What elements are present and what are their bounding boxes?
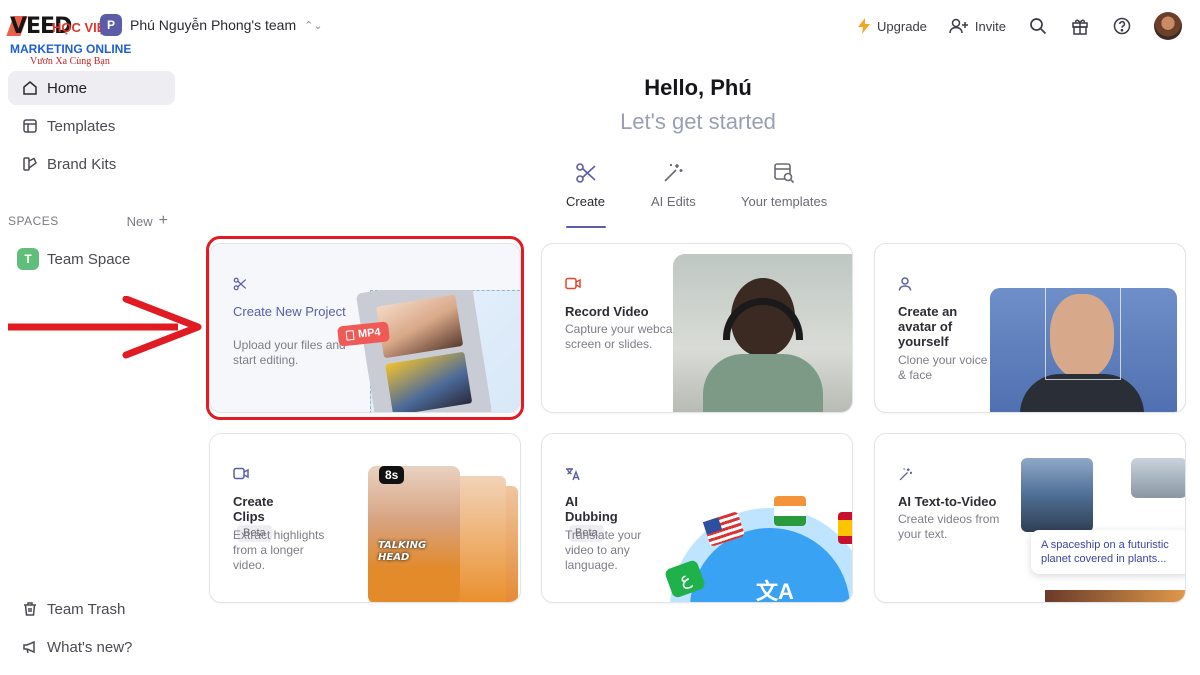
card-title-text: Create Clips [233, 494, 274, 524]
scissors-icon [575, 163, 596, 183]
sunset-image [1045, 590, 1185, 602]
card-description: Translate your video to any language. [565, 528, 642, 572]
text-prompt-bubble: A spaceship on a futuristic planet cover… [1031, 530, 1185, 574]
spaces-header: SPACES New + [8, 212, 168, 230]
top-actions: Upgrade Invite [857, 12, 1182, 40]
upgrade-button[interactable]: Upgrade [857, 18, 927, 34]
profile-avatar[interactable] [1154, 12, 1182, 40]
gift-icon[interactable] [1070, 16, 1090, 36]
team-space-badge: T [17, 248, 39, 270]
main-tabs: Create AI Edits Your templates [545, 162, 855, 232]
sidebar-item-team-trash[interactable]: Team Trash [8, 592, 175, 626]
card-description: Create videos from your text. [898, 512, 1000, 541]
magic-wand-icon [899, 468, 912, 481]
webcam-person-image [673, 254, 852, 412]
new-space-button[interactable]: New + [127, 212, 168, 230]
card-title-text: AI Dubbing [565, 494, 618, 524]
card-ai-dubbing[interactable]: AI Dubbing Beta Translate your video to … [541, 433, 853, 603]
india-flag-icon [774, 496, 806, 526]
tab-label: AI Edits [651, 194, 696, 209]
chevron-updown-icon: ⌃⌄ [304, 19, 323, 32]
spain-flag-icon [838, 512, 852, 544]
team-switcher[interactable]: P Phú Nguyễn Phong's team ⌃⌄ [100, 14, 323, 36]
card-record-video[interactable]: Record Video Capture your webcam, screen… [541, 243, 853, 413]
invite-label: Invite [974, 18, 1006, 34]
film-strip-image [350, 290, 520, 412]
duration-badge: 8s [379, 466, 405, 484]
mp4-label: MP4 [357, 326, 382, 341]
active-tab-indicator [566, 226, 606, 228]
megaphone-icon [23, 640, 35, 654]
sidebar-item-label: Home [47, 79, 88, 97]
invite-button[interactable]: Invite [949, 18, 1006, 34]
tab-label: Create [566, 194, 606, 209]
tab-label: Your templates [741, 194, 828, 209]
sidebar-item-label: What's new? [47, 638, 133, 656]
card-create-new-project[interactable]: Create New Project Upload your files and… [209, 243, 521, 413]
tab-create[interactable]: Create [566, 162, 605, 209]
templates-icon [23, 119, 37, 133]
person-icon [898, 277, 912, 291]
translate-icon: 文A [756, 579, 794, 603]
card-title: AI Text-to-Video [898, 494, 997, 509]
subtitle: Let's get started [620, 109, 776, 134]
magic-wand-icon [664, 164, 683, 182]
scissors-icon [233, 277, 247, 291]
template-search-icon [774, 163, 795, 184]
sidebar-item-label: Team Trash [47, 600, 126, 618]
sidebar-item-brand-kits[interactable]: Brand Kits [8, 147, 175, 181]
card-title: Create New Project [233, 304, 346, 319]
tab-ai-edits[interactable]: AI Edits [651, 162, 696, 209]
home-icon [23, 81, 37, 95]
card-create-clips[interactable]: Create Clips Beta Extract highlights fro… [209, 433, 521, 603]
spaces-heading: SPACES [8, 214, 59, 228]
trash-icon [24, 602, 36, 616]
red-arrow-annotation [8, 296, 202, 359]
video-camera-icon [565, 277, 581, 290]
avatar-face-scan-image [990, 288, 1177, 412]
file-icon [345, 330, 355, 341]
video-camera-icon [233, 467, 249, 480]
brand-kit-icon [23, 157, 37, 171]
sidebar: Home Templates Brand Kits SPACES New + T… [0, 70, 186, 675]
card-ai-text-to-video[interactable]: AI Text-to-Video Create videos from your… [874, 433, 1186, 603]
greeting: Hello, Phú [644, 75, 752, 100]
card-description: Upload your files and start editing. [233, 338, 346, 367]
sidebar-item-label: Templates [47, 117, 116, 135]
card-title: Create an avatar of yourself [898, 304, 958, 349]
futuristic-city-image [1021, 458, 1093, 532]
sidebar-item-team-space[interactable]: T Team Space [17, 248, 130, 270]
watermark-line3: Vươn Xa Cùng Bạn [30, 56, 110, 67]
help-icon[interactable] [1112, 16, 1132, 36]
skater-image [1131, 458, 1185, 498]
card-description: Extract highlights from a longer video. [233, 528, 325, 572]
translate-icon [566, 468, 580, 481]
sidebar-item-templates[interactable]: Templates [8, 109, 175, 143]
add-user-icon [949, 18, 968, 34]
sidebar-item-label: Brand Kits [47, 155, 117, 173]
team-space-label: Team Space [47, 250, 131, 268]
sidebar-item-home[interactable]: Home [8, 71, 175, 105]
card-description: Capture your webcam, screen or slides. [565, 322, 686, 351]
watermark-line2: MARKETING ONLINE [10, 42, 132, 56]
team-avatar: P [100, 14, 122, 36]
new-space-label: New [126, 213, 153, 229]
tab-your-templates[interactable]: Your templates [741, 162, 827, 209]
talking-head-caption: TALKING HEAD [378, 540, 427, 563]
lightning-icon [858, 18, 871, 34]
team-name: Phú Nguyễn Phong's team [130, 17, 297, 33]
search-icon[interactable] [1028, 16, 1048, 36]
sidebar-item-whats-new[interactable]: What's new? [8, 630, 175, 664]
card-description: Clone your voice & face [898, 353, 988, 382]
plus-icon: + [158, 212, 168, 229]
card-create-avatar[interactable]: Create an avatar of yourself Clone your … [874, 243, 1186, 413]
upgrade-label: Upgrade [877, 18, 927, 34]
